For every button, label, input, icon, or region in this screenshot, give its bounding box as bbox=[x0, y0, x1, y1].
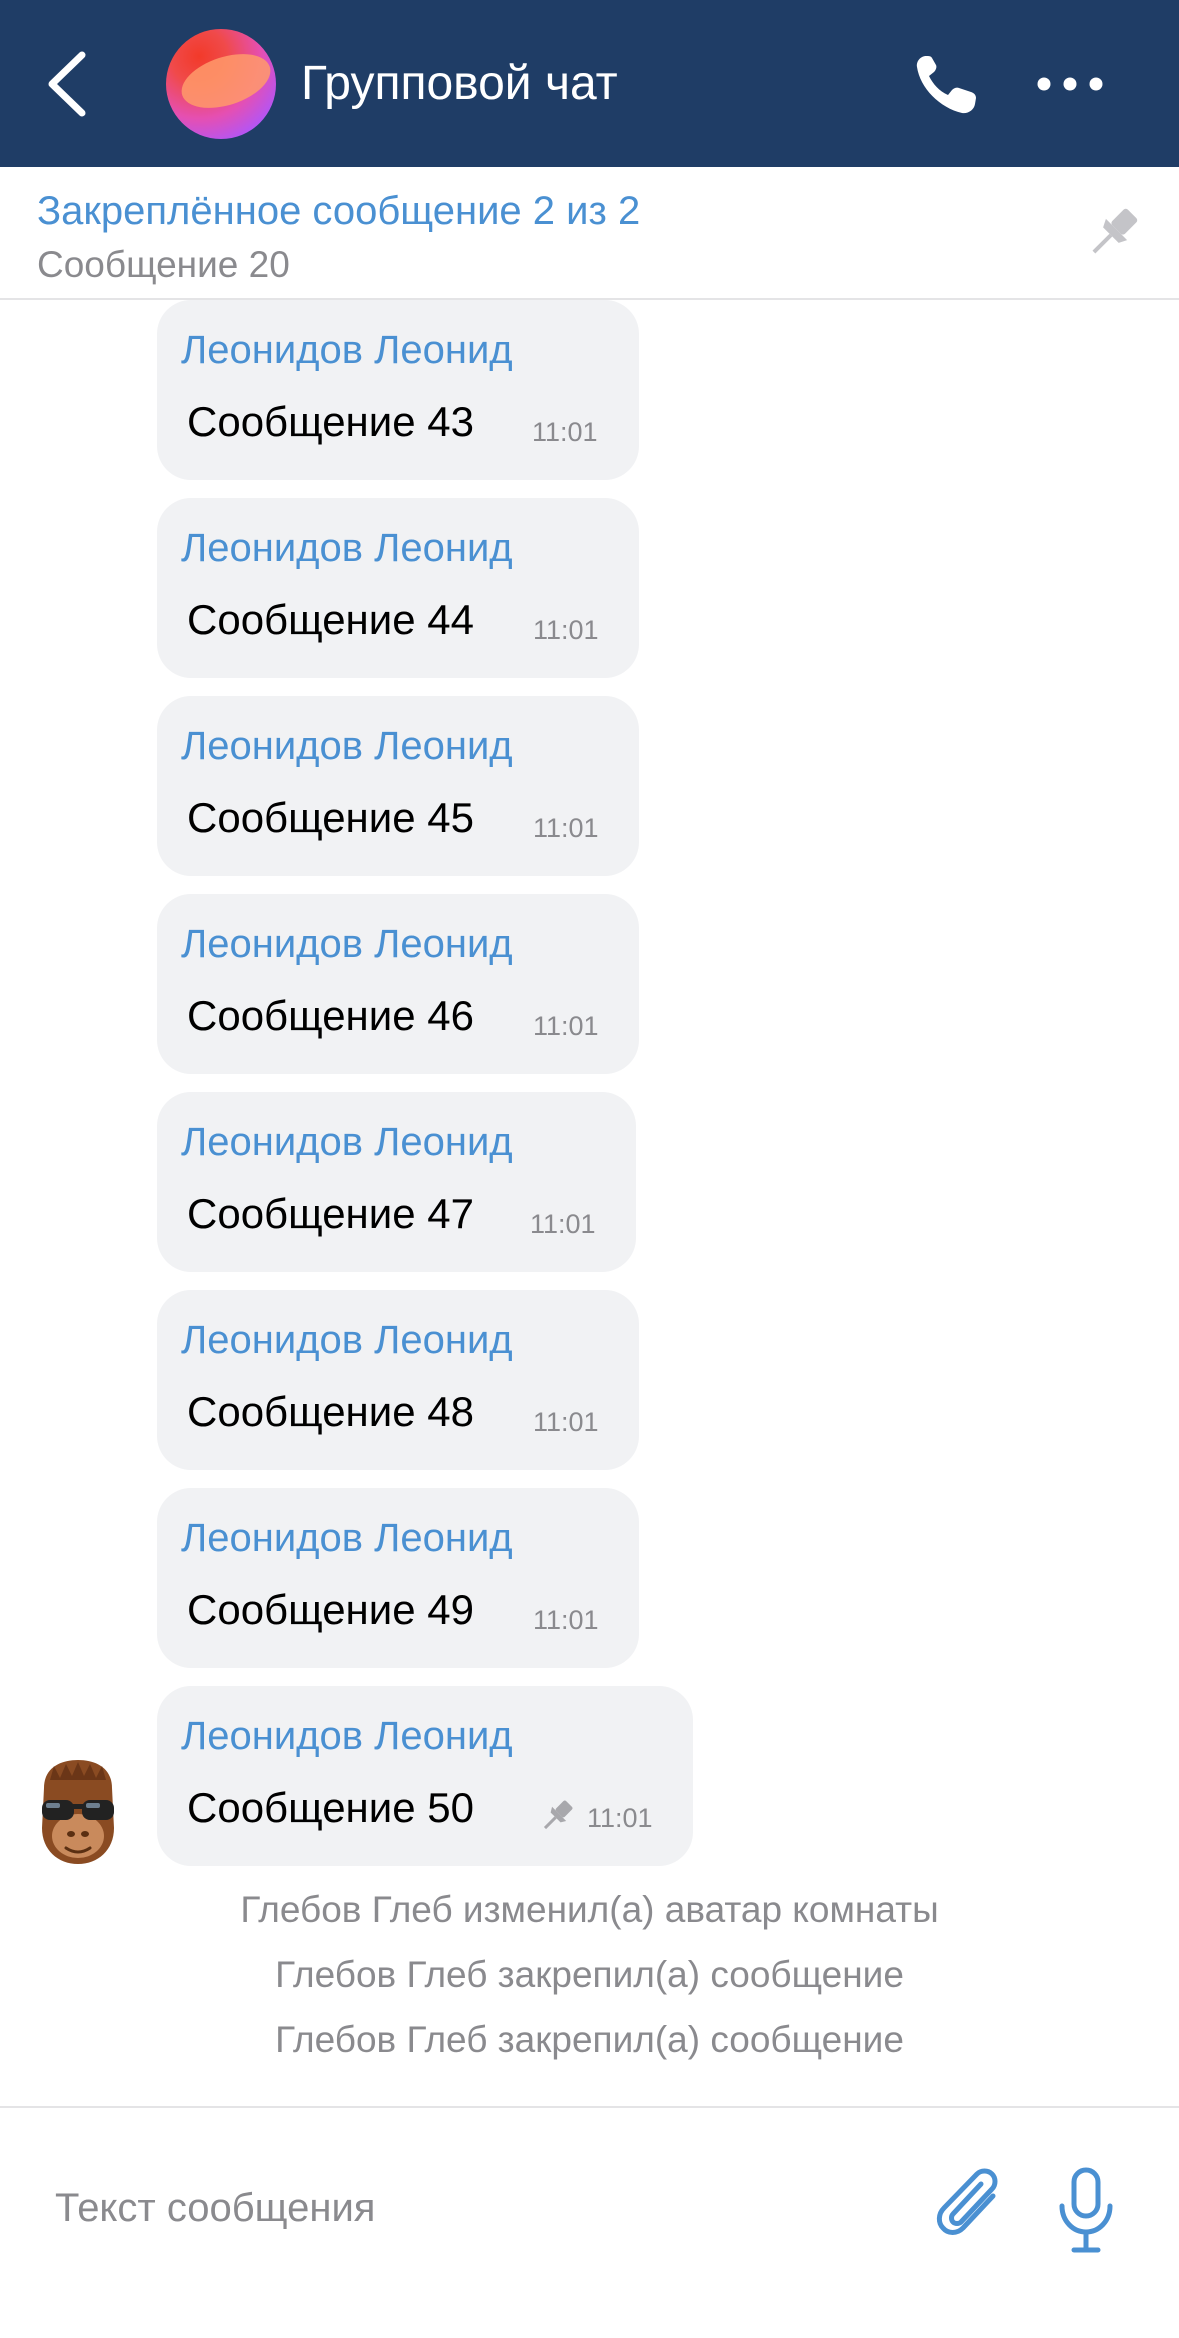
pinned-message-bar[interactable]: Закреплённое сообщение 2 из 2 Сообщение … bbox=[0, 167, 1179, 300]
paperclip-icon bbox=[936, 2168, 998, 2235]
message-bubble[interactable]: Леонидов Леонид Сообщение 45 11:01 bbox=[157, 696, 639, 876]
chat-avatar[interactable] bbox=[166, 29, 276, 139]
message-bubble[interactable]: Леонидов Леонид Сообщение 48 11:01 bbox=[157, 1290, 639, 1470]
message-bubble-pinned[interactable]: Леонидов Леонид Сообщение 50 11:01 bbox=[157, 1686, 693, 1866]
pinned-list-button[interactable] bbox=[1080, 200, 1146, 266]
message-bubble[interactable]: Леонидов Леонид Сообщение 43 11:01 bbox=[157, 300, 639, 480]
message-text: Сообщение 48 bbox=[187, 1388, 474, 1435]
message-time: 11:01 bbox=[533, 1407, 599, 1437]
message-bubble[interactable]: Леонидов Леонид Сообщение 46 11:01 bbox=[157, 894, 639, 1074]
message-bubble[interactable]: Леонидов Леонид Сообщение 49 11:01 bbox=[157, 1488, 639, 1668]
sender-avatar[interactable] bbox=[36, 1758, 120, 1866]
system-message: Глебов Глеб изменил(а) аватар комнаты bbox=[240, 1889, 939, 1930]
message-time: 11:01 bbox=[532, 417, 598, 447]
message-input[interactable] bbox=[55, 2168, 875, 2248]
message-text: Сообщение 44 bbox=[187, 596, 474, 643]
pin-icon bbox=[543, 1800, 573, 1830]
message-text: Сообщение 45 bbox=[187, 794, 474, 841]
pinned-text: Сообщение 20 bbox=[37, 244, 290, 285]
message-text: Сообщение 47 bbox=[187, 1190, 474, 1237]
more-button[interactable] bbox=[1034, 62, 1106, 106]
message-author[interactable]: Леонидов Леонид bbox=[181, 520, 513, 576]
pin-icon bbox=[1092, 208, 1138, 254]
message-time: 11:01 bbox=[533, 1011, 599, 1041]
phone-icon bbox=[916, 56, 976, 114]
attach-button[interactable] bbox=[935, 2166, 1009, 2250]
call-button[interactable] bbox=[912, 50, 984, 118]
message-author[interactable]: Леонидов Леонид bbox=[181, 1510, 513, 1566]
back-button[interactable] bbox=[40, 45, 100, 123]
message-text: Сообщение 50 bbox=[187, 1784, 474, 1831]
chat-title[interactable]: Групповой чат bbox=[301, 52, 618, 116]
pinned-title: Закреплённое сообщение 2 из 2 bbox=[37, 189, 641, 233]
message-author[interactable]: Леонидов Леонид bbox=[181, 1312, 513, 1368]
voice-message-button[interactable] bbox=[1054, 2166, 1118, 2256]
system-message: Глебов Глеб закрепил(а) сообщение bbox=[275, 2019, 904, 2060]
system-message: Глебов Глеб закрепил(а) сообщение bbox=[275, 1954, 904, 1995]
message-bubble[interactable]: Леонидов Леонид Сообщение 47 11:01 bbox=[157, 1092, 636, 1272]
monkey-sunglasses-avatar bbox=[42, 1760, 114, 1864]
message-composer bbox=[0, 2106, 1179, 2338]
message-author[interactable]: Леонидов Леонид bbox=[181, 718, 513, 774]
message-time: 11:01 bbox=[533, 813, 599, 843]
microphone-icon bbox=[1059, 2167, 1113, 2253]
message-time: 11:01 bbox=[587, 1803, 653, 1833]
message-time: 11:01 bbox=[530, 1209, 596, 1239]
message-text: Сообщение 46 bbox=[187, 992, 474, 1039]
chat-header: Групповой чат bbox=[0, 0, 1179, 167]
message-text: Сообщение 43 bbox=[187, 398, 474, 445]
message-time: 11:01 bbox=[533, 615, 599, 645]
message-list[interactable]: Леонидов Леонид Сообщение 43 11:01 Леони… bbox=[0, 300, 1179, 2106]
message-author[interactable]: Леонидов Леонид bbox=[181, 1114, 513, 1170]
message-bubble[interactable]: Леонидов Леонид Сообщение 44 11:01 bbox=[157, 498, 639, 678]
more-horizontal-icon bbox=[1037, 77, 1103, 91]
message-time: 11:01 bbox=[533, 1605, 599, 1635]
message-author[interactable]: Леонидов Леонид bbox=[181, 916, 513, 972]
message-text: Сообщение 49 bbox=[187, 1586, 474, 1633]
message-author[interactable]: Леонидов Леонид bbox=[181, 322, 513, 378]
avatar-swoosh bbox=[174, 43, 276, 119]
message-author[interactable]: Леонидов Леонид bbox=[181, 1708, 513, 1764]
chevron-left-icon bbox=[48, 51, 86, 117]
